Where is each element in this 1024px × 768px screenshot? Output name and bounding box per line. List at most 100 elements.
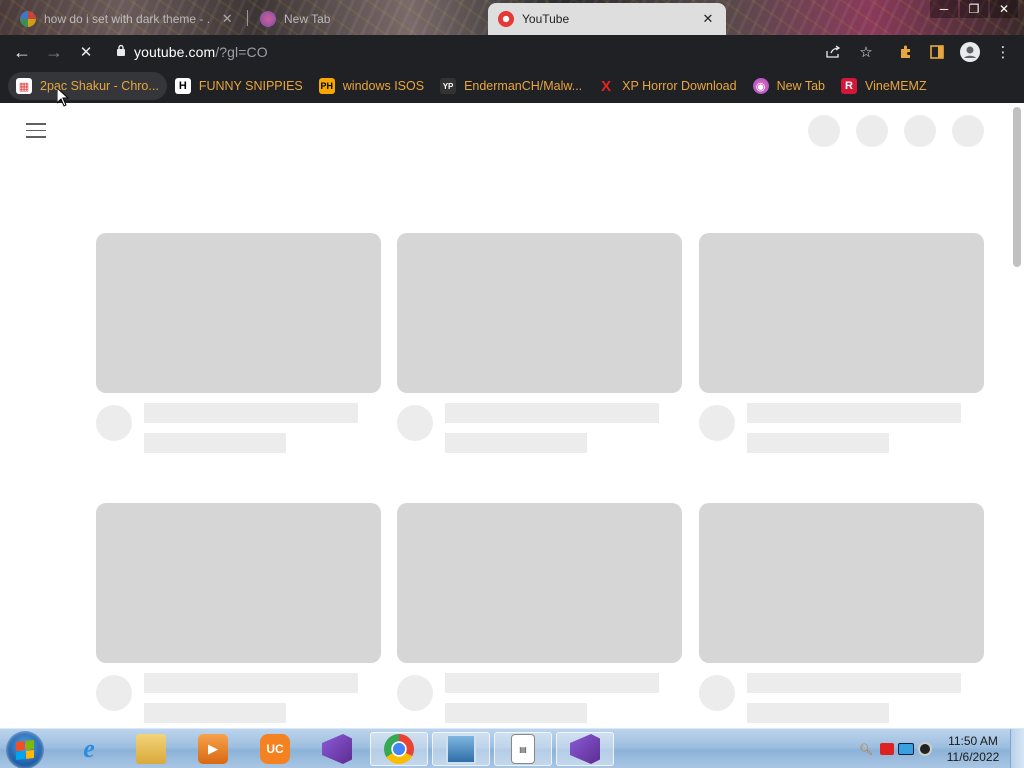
search-icon[interactable]: 🔍︎ — [856, 741, 876, 757]
start-button[interactable] — [6, 731, 44, 768]
internet-explorer-icon: e — [83, 734, 95, 763]
close-window-button[interactable]: ✕ — [990, 0, 1018, 18]
bookmark-vinememz[interactable]: R VineMEMZ — [833, 72, 935, 100]
avatar-placeholder — [96, 405, 132, 441]
taskbar-notepad[interactable]: ▤ — [494, 732, 552, 766]
thumbnail-placeholder — [397, 233, 682, 393]
avatar-placeholder — [96, 675, 132, 711]
arrow-right-icon: → — [45, 41, 63, 62]
taskbar-uc-browser[interactable]: UC — [246, 732, 304, 766]
back-button[interactable]: ← — [6, 36, 38, 68]
placeholder-circle — [952, 115, 984, 147]
thumbnail-placeholder — [699, 503, 984, 663]
tab-title: YouTube — [522, 12, 570, 26]
forward-button[interactable]: → — [38, 36, 70, 68]
tab-youtube[interactable]: YouTube ✕ — [488, 3, 726, 35]
yp-icon: YP — [440, 78, 457, 94]
tab-new-tab[interactable]: New Tab — [250, 3, 480, 35]
bookmark-label: FUNNY SNIPPIES — [198, 79, 303, 93]
side-panel-icon[interactable] — [922, 35, 952, 69]
taskbar-media-player[interactable]: ▶ — [184, 732, 242, 766]
colorful-icon: ◉ — [752, 78, 769, 94]
share-icon[interactable] — [818, 35, 848, 69]
taskbar-photo-viewer[interactable] — [432, 732, 490, 766]
flag-icon[interactable] — [880, 743, 894, 755]
colorful-icon — [260, 11, 276, 27]
taskbar-internet-explorer[interactable]: e — [60, 732, 118, 766]
taskbar-file-explorer[interactable] — [122, 732, 180, 766]
bookmark-label: windows ISOS — [342, 79, 425, 93]
bookmark-2pac[interactable]: ▦ 2pac Shakur - Chro... — [8, 72, 167, 100]
chrome-store-icon: ▦ — [16, 78, 32, 94]
menu-dots-icon[interactable]: ⋮ — [988, 35, 1018, 69]
taskbar-visual-studio-installer[interactable] — [556, 732, 614, 766]
taskbar-chrome[interactable] — [370, 732, 428, 766]
hamburger-menu-icon[interactable] — [26, 123, 46, 143]
tab-title: New Tab — [284, 12, 331, 26]
youtube-icon — [498, 11, 514, 27]
bookmark-label: VineMEMZ — [865, 79, 927, 93]
title-placeholder — [445, 403, 659, 423]
bookmark-label: XP Horror Download — [622, 79, 737, 93]
screen: how do i set with dark theme - ... ✕ New… — [0, 0, 1024, 768]
photo-viewer-icon — [446, 734, 476, 764]
subtitle-placeholder — [445, 703, 587, 723]
thumbnail-placeholder — [96, 233, 381, 393]
video-card-skeleton — [699, 233, 984, 463]
visual-studio-installer-icon — [570, 734, 600, 764]
video-card-skeleton — [397, 233, 682, 463]
show-desktop-button[interactable] — [1010, 729, 1024, 768]
windows-logo-icon — [16, 740, 34, 760]
lock-icon — [108, 43, 134, 61]
uc-browser-icon: UC — [260, 734, 290, 764]
mouse-cursor-icon — [57, 88, 69, 107]
bookmark-endermanch[interactable]: YP EndermanCH/Malw... — [432, 72, 590, 100]
scrollbar-thumb[interactable] — [1013, 107, 1021, 267]
address-bar[interactable]: youtube.com/?gl=CO — [108, 38, 888, 66]
close-tab-icon[interactable]: ✕ — [219, 11, 235, 27]
maximize-button[interactable]: ❐ — [960, 0, 988, 18]
avatar-placeholder — [699, 405, 735, 441]
clock-time: 11:50 AM — [948, 734, 998, 748]
browser-toolbar: ← → ✕ youtube.com/?gl=CO ☆ ⋮ — [0, 35, 1024, 69]
subtitle-placeholder — [747, 703, 889, 723]
bookmark-new-tab[interactable]: ◉ New Tab — [745, 72, 833, 100]
clock-date: 11/6/2022 — [946, 750, 1000, 764]
tab-title: how do i set with dark theme - ... — [44, 12, 212, 26]
clock[interactable]: 11:50 AM 11/6/2022 — [940, 733, 1006, 765]
stop-loading-button[interactable]: ✕ — [70, 36, 102, 68]
placeholder-circle — [856, 115, 888, 147]
file-explorer-icon — [136, 734, 166, 764]
network-icon[interactable] — [898, 743, 914, 755]
volume-icon[interactable] — [918, 742, 932, 756]
taskbar-visual-studio[interactable] — [308, 732, 366, 766]
tab-strip: how do i set with dark theme - ... ✕ New… — [0, 0, 1024, 35]
video-card-skeleton — [397, 503, 682, 728]
subtitle-placeholder — [144, 703, 286, 723]
chrome-icon — [384, 734, 414, 764]
minimize-button[interactable]: ─ — [930, 0, 958, 18]
bookmark-windows-isos[interactable]: PH windows ISOS — [311, 72, 432, 100]
bookmark-xp-horror[interactable]: X XP Horror Download — [590, 72, 744, 100]
close-tab-icon[interactable]: ✕ — [700, 11, 716, 27]
arrow-left-icon: ← — [13, 41, 31, 62]
title-placeholder — [445, 673, 659, 693]
subtitle-placeholder — [445, 433, 587, 453]
thumbnail-placeholder — [96, 503, 381, 663]
bookmark-label: EndermanCH/Malw... — [464, 79, 583, 93]
placeholder-circle — [808, 115, 840, 147]
x-icon: X — [601, 77, 612, 95]
url-text[interactable]: youtube.com/?gl=CO — [134, 44, 268, 60]
profile-avatar[interactable] — [955, 35, 985, 69]
subtitle-placeholder — [144, 433, 286, 453]
tab-google-search[interactable]: how do i set with dark theme - ... ✕ — [10, 3, 245, 35]
bookmark-funny-snippies[interactable]: H FUNNY SNIPPIES — [167, 72, 311, 100]
avatar-placeholder — [397, 405, 433, 441]
h-icon: H — [174, 78, 191, 94]
star-icon[interactable]: ☆ — [851, 35, 881, 69]
title-placeholder — [144, 403, 358, 423]
placeholder-circle — [904, 115, 936, 147]
url-domain: youtube.com — [134, 44, 216, 60]
title-placeholder — [144, 673, 358, 693]
extensions-icon[interactable] — [891, 35, 921, 69]
